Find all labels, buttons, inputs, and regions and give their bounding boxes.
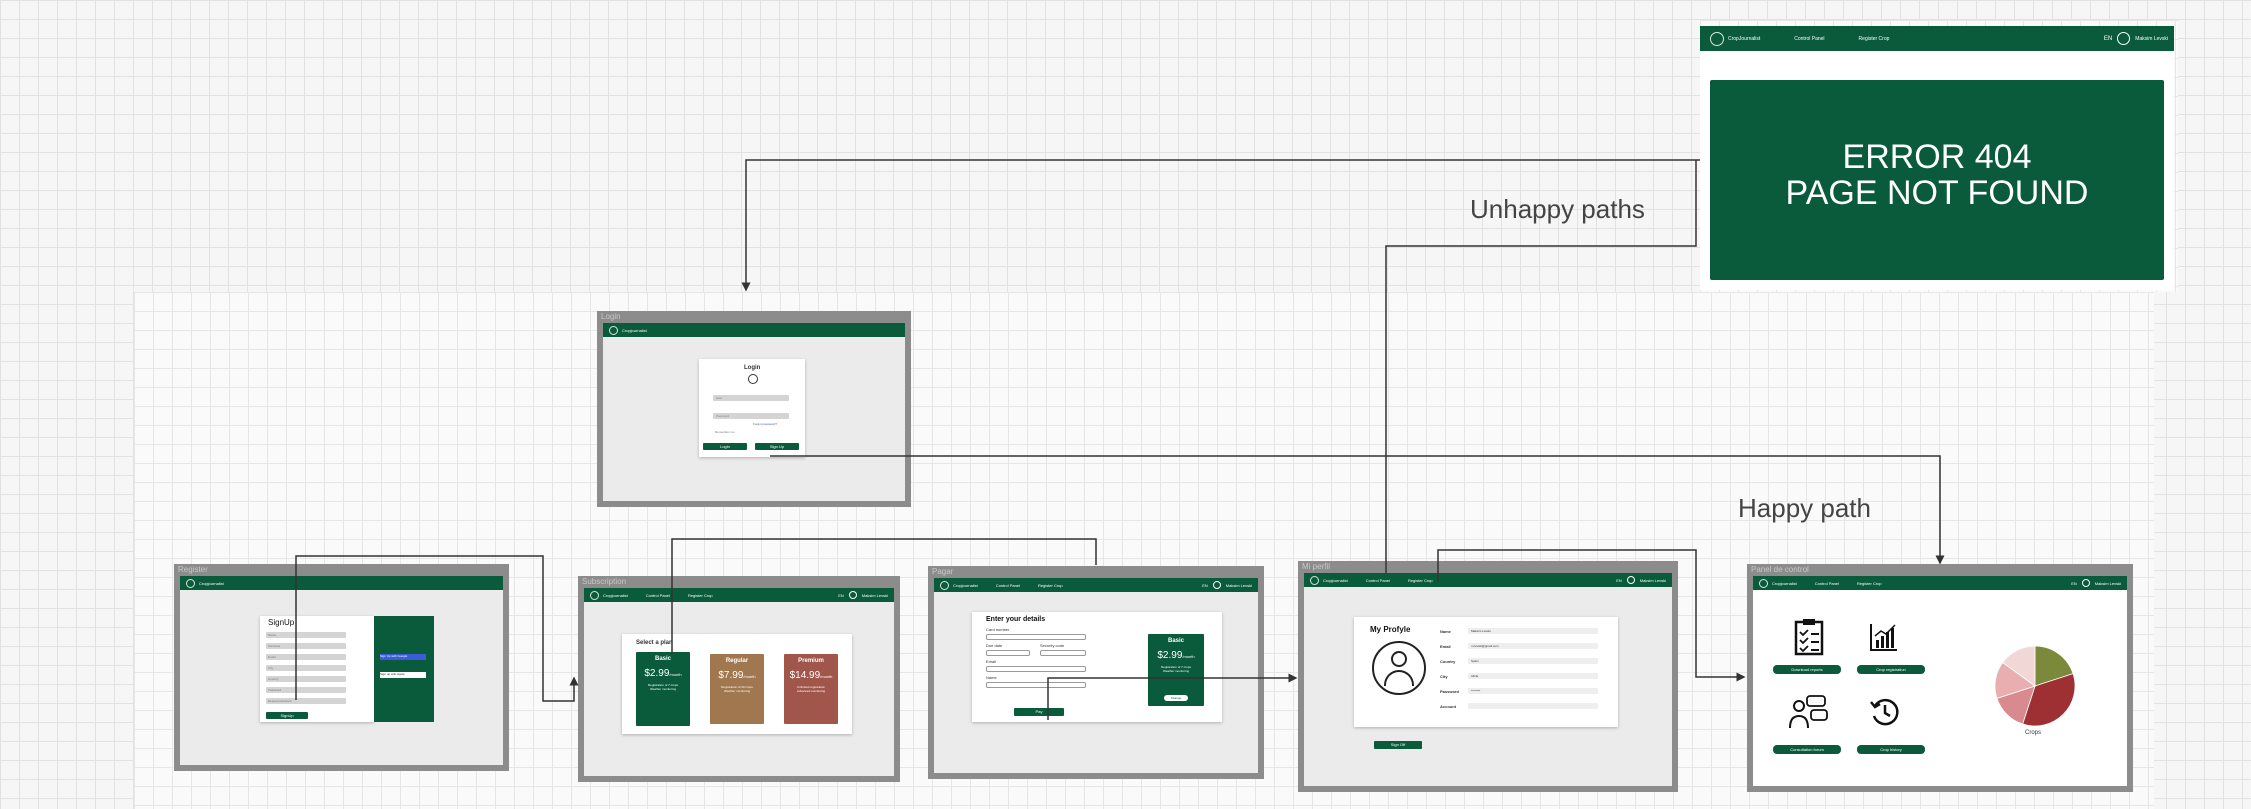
flow-connectors — [295, 159, 1945, 720]
connector-subscription-to-payment — [671, 538, 1097, 654]
connector-profile-to-control-panel — [1437, 549, 1746, 682]
connector-register-to-subscription — [295, 555, 579, 702]
happy-path-label: Happy path — [1738, 493, 1871, 523]
unhappy-paths-label: Unhappy paths — [1470, 194, 1645, 224]
connector-error-to-login — [741, 159, 1700, 292]
connector-payment-to-profile — [1047, 673, 1298, 720]
